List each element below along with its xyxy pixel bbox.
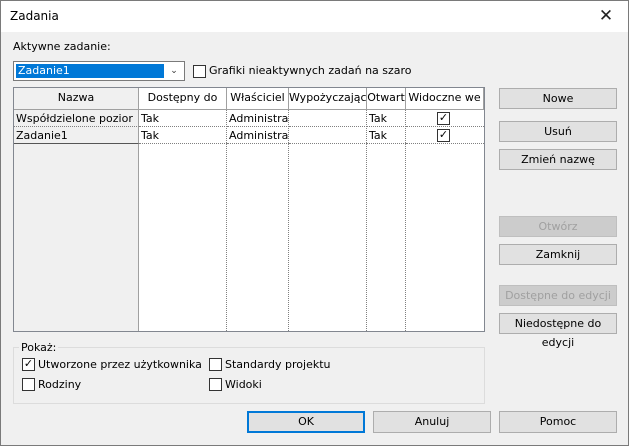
active-task-value: Zadanie1 [16,64,164,78]
column-header-owner[interactable]: Właściciel [227,88,289,110]
table-cell-open[interactable]: Tak [367,110,406,127]
dialog-title: Zadania [10,9,59,23]
column-header-open[interactable]: Otwart [367,88,406,110]
chevron-down-icon[interactable]: ⌄ [166,63,182,79]
table-cell-open[interactable]: Tak [367,127,406,144]
table-cell-visible[interactable]: ✓ [406,110,484,127]
views-label: Widoki [225,378,262,391]
open-button[interactable]: Otwórz [499,216,617,237]
close-icon[interactable]: ✕ [588,2,624,30]
table-cell-borrowed[interactable] [289,110,367,127]
table-cell-owner[interactable]: Administra [227,110,289,127]
worksets-table: Nazwa Dostępny do Właściciel Wypożyczają… [13,87,485,332]
table-row-name[interactable]: Współdzielone pozior [14,110,139,127]
column-header-borrowed[interactable]: Wypożyczając [289,88,367,110]
worksets-dialog: Zadania ✕ Aktywne zadanie: Zadanie1 ⌄ Gr… [0,0,629,446]
gray-inactive-label: Grafiki nieaktywnych zadań na szaro [209,64,412,77]
user-created-label: Utworzone przez użytkownika [38,358,202,371]
active-task-dropdown[interactable]: Zadanie1 ⌄ [13,61,185,81]
project-standards-label: Standardy projektu [225,358,331,371]
project-standards-checkbox[interactable] [209,358,222,371]
show-label: Pokaż: [19,341,59,354]
table-cell-owner[interactable]: Administra [227,127,289,144]
check-icon: ✓ [438,111,449,124]
table-cell-visible[interactable]: ✓ [406,127,484,144]
help-button[interactable]: Pomoc [499,411,617,433]
families-checkbox[interactable] [22,378,35,391]
rename-button[interactable]: Zmień nazwę [499,149,617,170]
table-cell-borrowed[interactable] [289,127,367,144]
column-header-available[interactable]: Dostępny do [139,88,227,110]
cancel-button[interactable]: Anuluj [373,411,491,433]
visible-checkbox[interactable]: ✓ [437,128,450,142]
new-button[interactable]: Nowe [499,88,617,109]
views-checkbox[interactable] [209,378,222,391]
ok-button[interactable]: OK [247,411,365,433]
visible-checkbox[interactable]: ✓ [437,111,450,125]
check-icon: ✓ [23,357,34,370]
delete-button[interactable]: Usuń [499,121,617,142]
user-created-checkbox[interactable]: ✓ [22,357,35,371]
column-header-visible[interactable]: Widoczne we [406,88,484,110]
close-workset-button[interactable]: Zamknij [499,244,617,265]
table-cell-available[interactable]: Tak [139,127,227,144]
editable-button[interactable]: Dostępne do edycji [499,285,617,306]
check-icon: ✓ [438,128,449,141]
gray-inactive-checkbox[interactable] [193,65,206,78]
title-bar: Zadania ✕ [1,1,628,32]
table-row-name[interactable]: Zadanie1 [14,127,139,144]
not-editable-button[interactable]: Niedostępne do edycji [499,313,617,349]
show-group [13,347,485,404]
table-cell-available[interactable]: Tak [139,110,227,127]
active-task-label: Aktywne zadanie: [13,40,111,53]
families-label: Rodziny [38,378,82,391]
column-header-name[interactable]: Nazwa [14,88,139,110]
